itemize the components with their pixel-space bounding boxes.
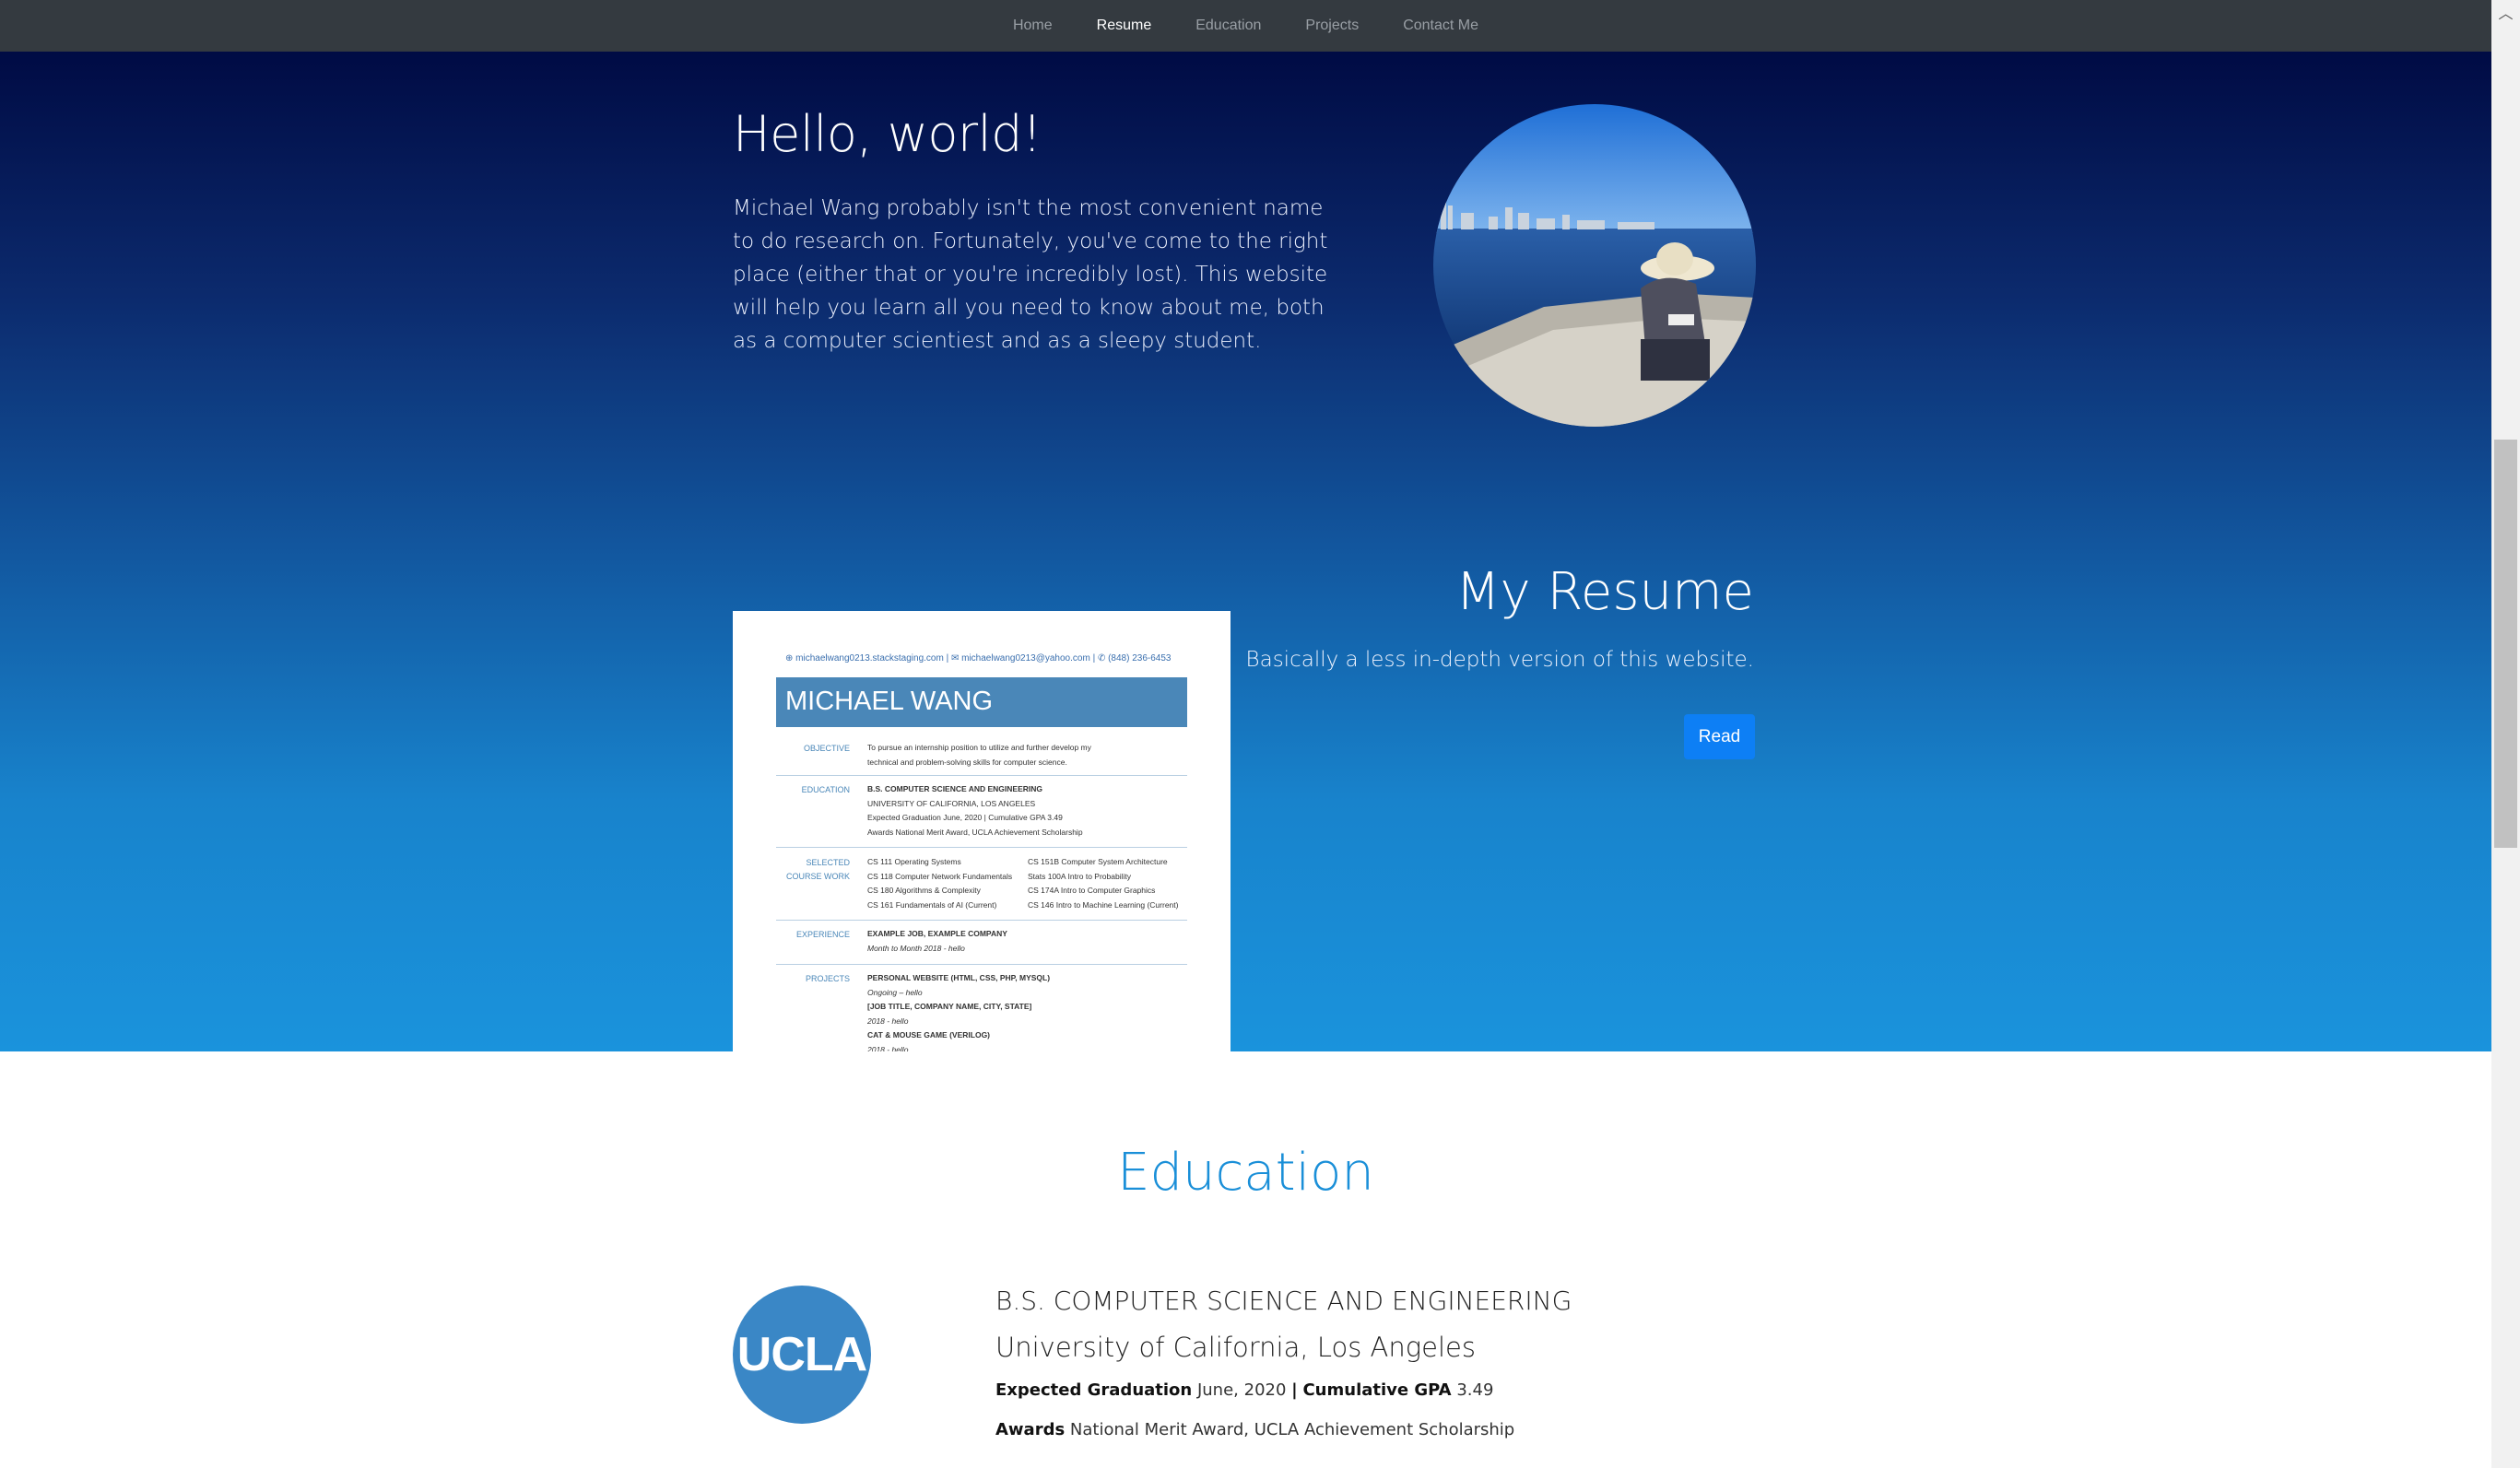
resume-objective-text: To pursue an internship position to util… <box>867 743 1091 767</box>
resume-experience-text: EXAMPLE JOB, EXAMPLE COMPANY Month to Mo… <box>867 929 1007 953</box>
resume-name-banner: MICHAEL WANG <box>776 677 1187 727</box>
education-heading: Education <box>1117 1143 1374 1203</box>
resume-education-text: B.S. COMPUTER SCIENCE AND ENGINEERING UN… <box>867 784 1083 837</box>
nav-education[interactable]: Education <box>1195 18 1261 34</box>
resume-experience-label: EXPERIENCE <box>795 930 850 939</box>
resume-preview-image[interactable]: ⊕ michaelwang0213.stackstaging.com | ✉ m… <box>733 611 1231 1051</box>
resume-divider <box>776 964 1187 965</box>
hero-title: Hello, world! <box>733 105 1042 163</box>
resume-objective-label: OBJECTIVE <box>803 744 850 753</box>
school-name: University of California, Los Angeles <box>995 1332 1477 1363</box>
ucla-logo-text: UCLA <box>736 1328 867 1381</box>
resume-divider <box>776 920 1187 921</box>
grad-label: Expected Graduation <box>995 1380 1193 1400</box>
profile-photo <box>1433 104 1756 427</box>
hero-section: Hello, world! Michael Wang probably isn'… <box>0 52 2491 1051</box>
awards-label: Awards <box>995 1420 1066 1439</box>
resume-courses-left: CS 111 Operating Systems CS 118 Computer… <box>867 857 1013 910</box>
resume-heading: My Resume <box>1455 562 1754 622</box>
nav-projects[interactable]: Projects <box>1305 18 1359 34</box>
resume-name: MICHAEL WANG <box>785 687 994 716</box>
resume-courses-right: CS 151B Computer System Architecture Sta… <box>1028 857 1179 910</box>
resume-coursework-label: SELECTED COURSE WORK <box>785 858 850 881</box>
gpa-label: Cumulative GPA <box>1302 1380 1452 1400</box>
graduation-gpa-line: Expected Graduation June, 2020 | Cumulat… <box>995 1380 1493 1400</box>
gpa-value: 3.49 <box>1456 1380 1494 1400</box>
awards-value: National Merit Award, UCLA Achievement S… <box>1069 1420 1515 1439</box>
nav-contact-me[interactable]: Contact Me <box>1403 18 1478 34</box>
ucla-logo: UCLA <box>733 1286 871 1424</box>
hero-intro-text: Michael Wang probably isn't the most con… <box>733 196 1328 353</box>
nav-resume[interactable]: Resume <box>1097 18 1152 34</box>
scrollbar-thumb[interactable] <box>2494 440 2517 848</box>
nav-home[interactable]: Home <box>1013 18 1053 34</box>
resume-projects-text: PERSONAL WEBSITE (HTML, CSS, PHP, MYSQL)… <box>867 973 1051 1051</box>
resume-divider <box>776 775 1187 776</box>
resume-contact-line: ⊕ michaelwang0213.stackstaging.com | ✉ m… <box>785 653 1172 664</box>
resume-subtitle: Basically a less in-depth version of thi… <box>1245 648 1754 672</box>
separator: | <box>1291 1380 1298 1400</box>
grad-value: June, 2020 <box>1196 1380 1287 1400</box>
scroll-up-arrow-icon[interactable]: ︿ <box>2494 2 2517 25</box>
awards-line: Awards National Merit Award, UCLA Achiev… <box>995 1420 1514 1439</box>
resume-divider <box>776 847 1187 848</box>
resume-projects-label: PROJECTS <box>805 974 850 983</box>
resume-education-label: EDUCATION <box>801 785 850 794</box>
read-resume-button[interactable]: Read <box>1684 714 1755 759</box>
top-navbar: Home Resume Education Projects Contact M… <box>0 0 2491 52</box>
degree-title: B.S. COMPUTER SCIENCE AND ENGINEERING <box>995 1286 1572 1316</box>
